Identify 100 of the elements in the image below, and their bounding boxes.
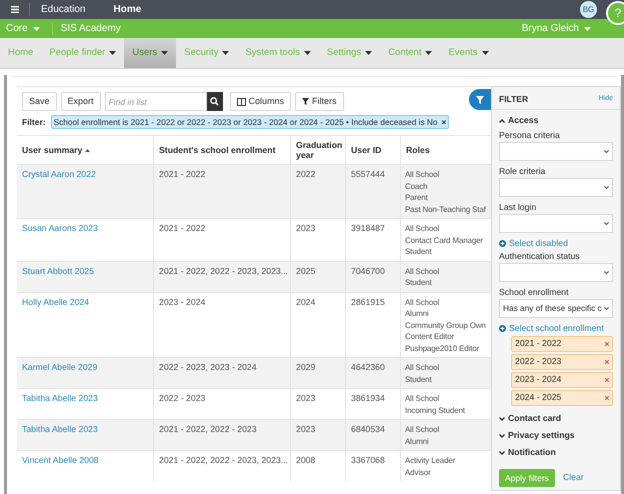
caret-icon xyxy=(32,26,40,30)
role-text: All School xyxy=(405,223,440,234)
role-text: Student xyxy=(405,374,432,385)
school-name: SIS Academy xyxy=(60,22,121,36)
user-link[interactable]: Karmel Abelle 2029 xyxy=(22,362,98,372)
table-cell: 2023 xyxy=(296,424,316,434)
role-text: Alumni xyxy=(405,436,429,447)
enrollment-tag: 2023 - 2024 xyxy=(511,372,613,388)
table-cell: 3367068 xyxy=(351,455,385,465)
user-link[interactable]: Crystal Aaron 2022 xyxy=(22,169,96,179)
table-cell: 2025 xyxy=(296,266,316,276)
filter-icon xyxy=(302,98,310,105)
filter-label: Filter: xyxy=(22,116,46,128)
role-text: Community Group Own xyxy=(405,320,486,331)
filter-text: School enrollment is 2021 - 2022 or 2022 - 2023 or 2023 - 2024 or 2024 - 2025 • Include deceased is No xyxy=(54,116,438,128)
role-text: Contact Card Manager xyxy=(405,234,483,246)
role-text: Incoming Student xyxy=(405,404,465,416)
role-text: Advisor xyxy=(405,466,431,478)
plus-icon xyxy=(499,240,506,247)
add-link[interactable]: Select school enrollment xyxy=(499,322,613,335)
table-cell: 2021 - 2022, 2022 - 2023, 2023... xyxy=(159,455,288,465)
table-cell: 2021 - 2022, 2022 - 2023 xyxy=(159,424,257,434)
select-field[interactable] xyxy=(499,142,613,161)
field-label: Persona criteria xyxy=(499,129,561,142)
user-link[interactable]: Stuart Abbott 2025 xyxy=(22,266,94,276)
columns-icon xyxy=(236,98,246,106)
add-link[interactable]: Select disabled xyxy=(499,237,613,250)
section-header[interactable]: Contact card xyxy=(499,410,613,427)
table-cell: 2023 xyxy=(296,393,316,403)
chevron-icon xyxy=(604,222,609,225)
filters-button[interactable]: Filters xyxy=(295,92,344,111)
table-cell: 2029 xyxy=(296,362,316,372)
field-label: Last login xyxy=(499,201,538,214)
menu-icon[interactable] xyxy=(11,6,19,13)
clear-link[interactable]: Clear xyxy=(562,471,584,485)
remove-icon[interactable] xyxy=(605,360,609,364)
role-text: Coach xyxy=(405,180,428,192)
section-header[interactable]: Access xyxy=(499,112,613,129)
user-link[interactable]: Tabitha Abelle 2023 xyxy=(22,424,98,434)
nav-tab[interactable]: Users xyxy=(124,38,176,68)
section-header[interactable]: Notification xyxy=(499,444,613,461)
role-text: Activity Leader xyxy=(405,455,456,466)
select-field[interactable] xyxy=(499,178,613,197)
user-link[interactable]: Susan Aarons 2023 xyxy=(22,223,98,233)
save-button[interactable]: Save xyxy=(22,92,57,111)
caret-icon xyxy=(584,26,591,30)
table-cell: 2861915 xyxy=(351,296,385,306)
user-link[interactable]: Tabitha Abelle 2023 xyxy=(22,393,98,403)
apply-filters-button[interactable]: Apply filters xyxy=(499,469,555,487)
role-text: Past Non-Teaching Staf xyxy=(405,204,486,215)
user-link[interactable]: Holly Abelle 2024 xyxy=(22,296,90,306)
plus-icon xyxy=(499,325,506,332)
app-title: Education xyxy=(41,3,86,17)
table-cell: 2008 xyxy=(296,455,316,465)
remove-icon[interactable] xyxy=(605,342,609,346)
search-field[interactable]: Find in list xyxy=(104,92,207,111)
select-field[interactable] xyxy=(499,263,613,282)
table-cell: 2022 - 2023, 2023 - 2024 xyxy=(159,362,257,372)
table-cell: 2022 xyxy=(296,169,316,179)
user-menu[interactable]: Bryna Gleich xyxy=(522,21,591,36)
section-header[interactable]: Privacy settings xyxy=(499,427,613,444)
remove-icon[interactable] xyxy=(605,396,609,400)
chevron-icon xyxy=(604,271,609,274)
table-cell: 2021 - 2022 xyxy=(159,169,206,179)
chevron-icon xyxy=(604,150,609,153)
role-text: Content Editor xyxy=(405,331,454,342)
user-link[interactable]: Vincent Abelle 2008 xyxy=(22,455,99,465)
role-text: All School xyxy=(405,296,440,308)
select-field[interactable] xyxy=(499,214,613,233)
select-field[interactable]: Has any of these specific c xyxy=(499,299,613,318)
field-label: Role criteria xyxy=(499,165,546,178)
role-text: Parent xyxy=(405,192,428,204)
remove-icon[interactable] xyxy=(605,378,609,382)
search-button[interactable] xyxy=(206,92,223,111)
org-dropdown[interactable]: Core xyxy=(6,21,40,36)
table-cell: 4642360 xyxy=(351,362,385,372)
role-text: All School xyxy=(405,393,440,404)
role-text: Alumni xyxy=(405,308,429,320)
table-cell: 3918487 xyxy=(351,223,385,233)
home-link[interactable]: Home xyxy=(113,2,142,17)
filter-icon xyxy=(476,96,484,104)
enrollment-tag: 2024 - 2025 xyxy=(511,390,613,406)
table-cell: 2021 - 2022 xyxy=(159,223,206,233)
columns-button[interactable]: Columns xyxy=(230,92,292,111)
remove-button[interactable]: × xyxy=(442,116,446,128)
table-cell: 2023 xyxy=(296,223,316,233)
filter-toggle-button[interactable] xyxy=(469,89,491,110)
role-text: All School xyxy=(405,169,440,180)
export-button[interactable]: Export xyxy=(60,92,101,111)
table-cell: 2021 - 2022, 2022 - 2023, 2023... xyxy=(159,266,288,276)
user-avatar[interactable]: BG xyxy=(580,1,597,18)
role-text: All School xyxy=(405,362,440,374)
table-cell: 2024 xyxy=(296,296,316,306)
column-header[interactable]: User summary xyxy=(17,136,153,164)
enrollment-tag: 2021 - 2022 xyxy=(511,336,613,352)
role-text: All School xyxy=(405,266,440,277)
table-cell: 5557444 xyxy=(351,169,385,179)
role-text: Pushpage2010 Editor xyxy=(405,342,480,354)
help-button[interactable]: ? xyxy=(606,0,624,24)
field-label: School enrollment xyxy=(499,286,570,299)
